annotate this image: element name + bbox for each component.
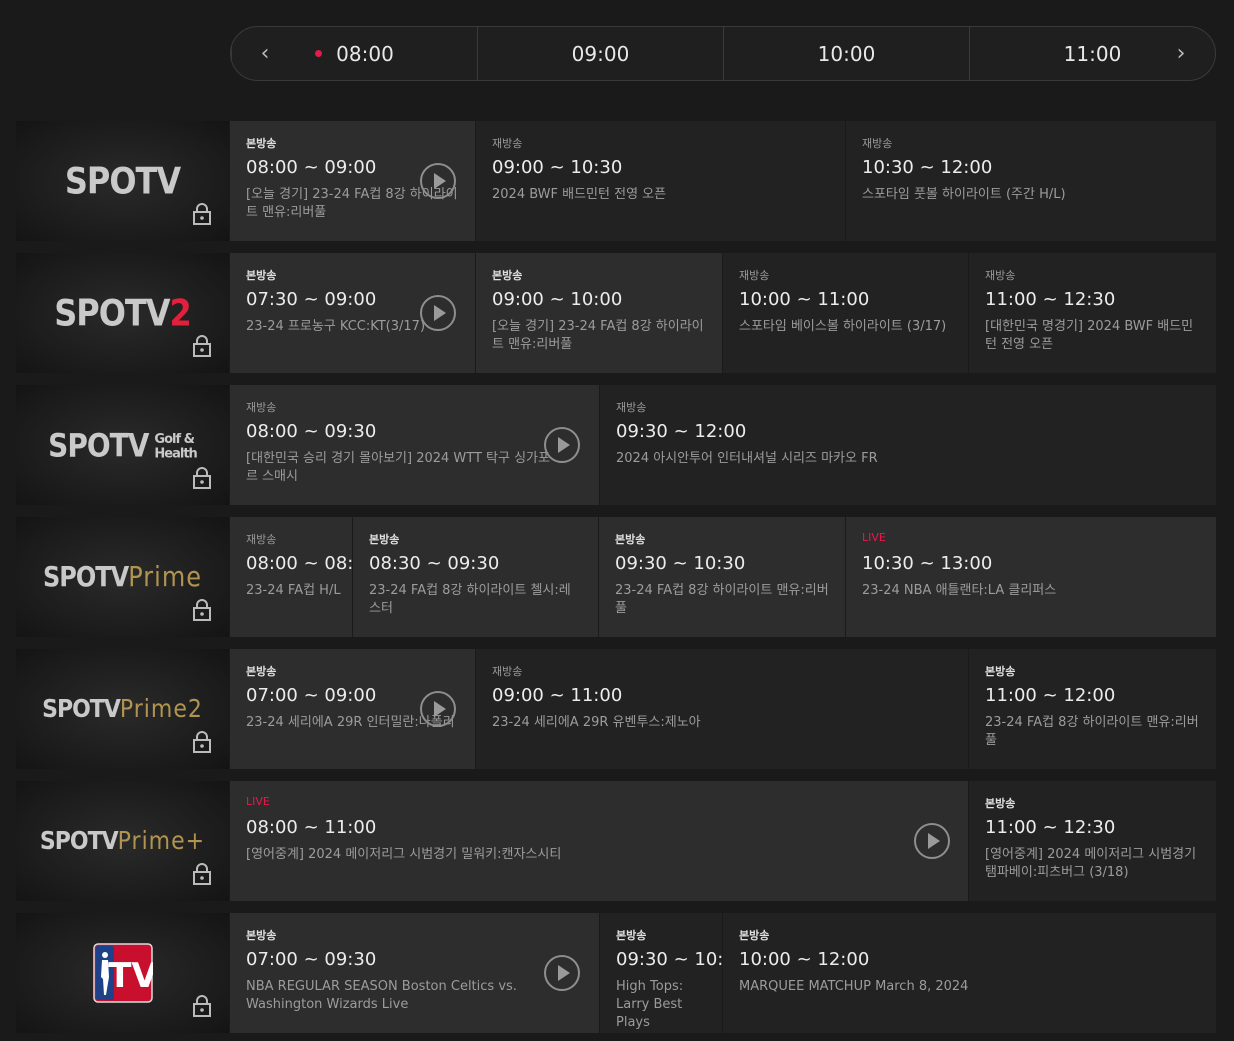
program-item[interactable]: 본방송 11:00 ~ 12:00 23-24 FA컵 8강 하이라이트 맨유:… [968, 649, 1216, 769]
spotv2-logo: SPOTV2 [54, 291, 192, 335]
lock-icon [193, 335, 211, 357]
channel-logo-spotv-primeplus[interactable]: SPOTVPrime+ [16, 781, 229, 901]
program-item[interactable]: 본방송 11:00 ~ 12:30 [영어중계] 2024 메이저리그 시범경기… [968, 781, 1216, 901]
program-list: 본방송 07:00 ~ 09:00 23-24 세리에A 29R 인터밀란:나폴… [229, 649, 1216, 769]
channel-logo-spotv-prime2[interactable]: SPOTVPrime2 [16, 649, 229, 769]
nba-tv-logo: TV [92, 943, 153, 1003]
lock-icon [193, 599, 211, 621]
program-item[interactable]: 재방송 08:00 ~ 09:30 [대한민국 승리 경기 몰아보기] 2024… [229, 385, 599, 505]
channel-logo-spotv-prime[interactable]: SPOTVPrime [16, 517, 229, 637]
program-item[interactable]: 본방송 09:30 ~ 10:00 High Tops: Larry Best … [599, 913, 722, 1033]
live-badge: LIVE [862, 531, 886, 544]
program-list: 본방송 07:30 ~ 09:00 23-24 프로농구 KCC:KT(3/17… [229, 253, 1216, 373]
program-item[interactable]: 재방송 10:00 ~ 11:00 스포타임 베이스볼 하이라이트 (3/17) [722, 253, 968, 373]
spotv-golf-logo: SPOTV Golf & Health [48, 426, 198, 464]
lock-icon [193, 467, 211, 489]
time-navigation-bar: ‹ 08:00 09:00 10:00 11:00 › [230, 26, 1216, 81]
spotv-prime2-logo: SPOTVPrime2 [42, 694, 203, 724]
channel-logo-nbatv[interactable]: TV [16, 913, 229, 1033]
spotv-primeplus-logo: SPOTVPrime+ [39, 826, 206, 856]
lock-icon [193, 863, 211, 885]
channel-row-nbatv: TV 본방송 07:00 ~ 09:30 NBA REGULAR SEASON … [16, 913, 1216, 1033]
program-item[interactable]: 재방송 10:30 ~ 12:00 스포타임 풋볼 하이라이트 (주간 H/L) [845, 121, 1216, 241]
channel-logo-spotv2[interactable]: SPOTV2 [16, 253, 229, 373]
svg-text:TV: TV [108, 956, 153, 996]
lock-icon [193, 731, 211, 753]
program-item[interactable]: 재방송 09:30 ~ 12:00 2024 아시안투어 인터내셔널 시리즈 마… [599, 385, 1216, 505]
program-list: 본방송 07:00 ~ 09:30 NBA REGULAR SEASON Bos… [229, 913, 1216, 1033]
program-item[interactable]: 본방송 08:00 ~ 09:00 [오늘 경기] 23-24 FA컵 8강 하… [229, 121, 475, 241]
channel-row-spotv-primeplus: SPOTVPrime+ LIVE 08:00 ~ 11:00 [영어중계] 20… [16, 781, 1216, 901]
play-icon[interactable] [544, 955, 580, 991]
channel-row-spotv2: SPOTV2 본방송 07:30 ~ 09:00 23-24 프로농구 KCC:… [16, 253, 1216, 373]
program-item[interactable]: LIVE 08:00 ~ 11:00 [영어중계] 2024 메이저리그 시범경… [229, 781, 968, 901]
lock-icon [193, 203, 211, 225]
spotv-logo: SPOTV [64, 159, 181, 203]
lock-icon [193, 995, 211, 1017]
play-icon[interactable] [420, 691, 456, 727]
program-item[interactable]: 재방송 11:00 ~ 12:30 [대한민국 명경기] 2024 BWF 배드… [968, 253, 1216, 373]
time-slot-1000[interactable]: 10:00 [723, 27, 969, 80]
current-time-dot [315, 50, 323, 57]
program-item[interactable]: LIVE 10:30 ~ 13:00 23-24 NBA 애틀랜타:LA 클리퍼… [845, 517, 1216, 637]
program-item[interactable]: 본방송 10:00 ~ 12:00 MARQUEE MATCHUP March … [722, 913, 1216, 1033]
program-item[interactable]: 재방송 09:00 ~ 11:00 23-24 세리에A 29R 유벤투스:제노… [475, 649, 968, 769]
program-list: 본방송 08:00 ~ 09:00 [오늘 경기] 23-24 FA컵 8강 하… [229, 121, 1216, 241]
program-item[interactable]: 재방송 09:00 ~ 10:30 2024 BWF 배드민턴 전영 오픈 [475, 121, 845, 241]
program-list: LIVE 08:00 ~ 11:00 [영어중계] 2024 메이저리그 시범경… [229, 781, 1216, 901]
program-item[interactable]: 본방송 07:00 ~ 09:30 NBA REGULAR SEASON Bos… [229, 913, 599, 1033]
program-item[interactable]: 본방송 08:30 ~ 09:30 23-24 FA컵 8강 하이라이트 첼시:… [352, 517, 598, 637]
program-list: 재방송 08:00 ~ 08:30 23-24 FA컵 H/L 본방송 08:3… [229, 517, 1216, 637]
play-icon[interactable] [420, 163, 456, 199]
channel-row-spotv: SPOTV 본방송 08:00 ~ 09:00 [오늘 경기] 23-24 FA… [16, 121, 1216, 241]
program-item[interactable]: 본방송 09:00 ~ 10:00 [오늘 경기] 23-24 FA컵 8강 하… [475, 253, 722, 373]
program-item[interactable]: 본방송 07:30 ~ 09:00 23-24 프로농구 KCC:KT(3/17… [229, 253, 475, 373]
channel-row-spotv-prime2: SPOTVPrime2 본방송 07:00 ~ 09:00 23-24 세리에A… [16, 649, 1216, 769]
channel-row-spotv-prime: SPOTVPrime 재방송 08:00 ~ 08:30 23-24 FA컵 H… [16, 517, 1216, 637]
channel-logo-spotv-golf[interactable]: SPOTV Golf & Health [16, 385, 229, 505]
time-slot-0900[interactable]: 09:00 [477, 27, 723, 80]
channel-row-spotv-golf: SPOTV Golf & Health 재방송 08:00 ~ 09:30 [대한민… [16, 385, 1216, 505]
play-icon[interactable] [420, 295, 456, 331]
program-item[interactable]: 본방송 07:00 ~ 09:00 23-24 세리에A 29R 인터밀란:나폴… [229, 649, 475, 769]
program-item[interactable]: 재방송 08:00 ~ 08:30 23-24 FA컵 H/L [229, 517, 352, 637]
program-list: 재방송 08:00 ~ 09:30 [대한민국 승리 경기 몰아보기] 2024… [229, 385, 1216, 505]
play-icon[interactable] [544, 427, 580, 463]
chevron-right-icon[interactable]: › [1161, 27, 1201, 80]
live-badge: LIVE [246, 795, 270, 808]
play-icon[interactable] [914, 823, 950, 859]
channel-logo-spotv[interactable]: SPOTV [16, 121, 229, 241]
program-item[interactable]: 본방송 09:30 ~ 10:30 23-24 FA컵 8강 하이라이트 맨유:… [598, 517, 845, 637]
spotv-prime-logo: SPOTVPrime [43, 560, 202, 594]
time-slot-0800[interactable]: 08:00 [231, 27, 477, 80]
